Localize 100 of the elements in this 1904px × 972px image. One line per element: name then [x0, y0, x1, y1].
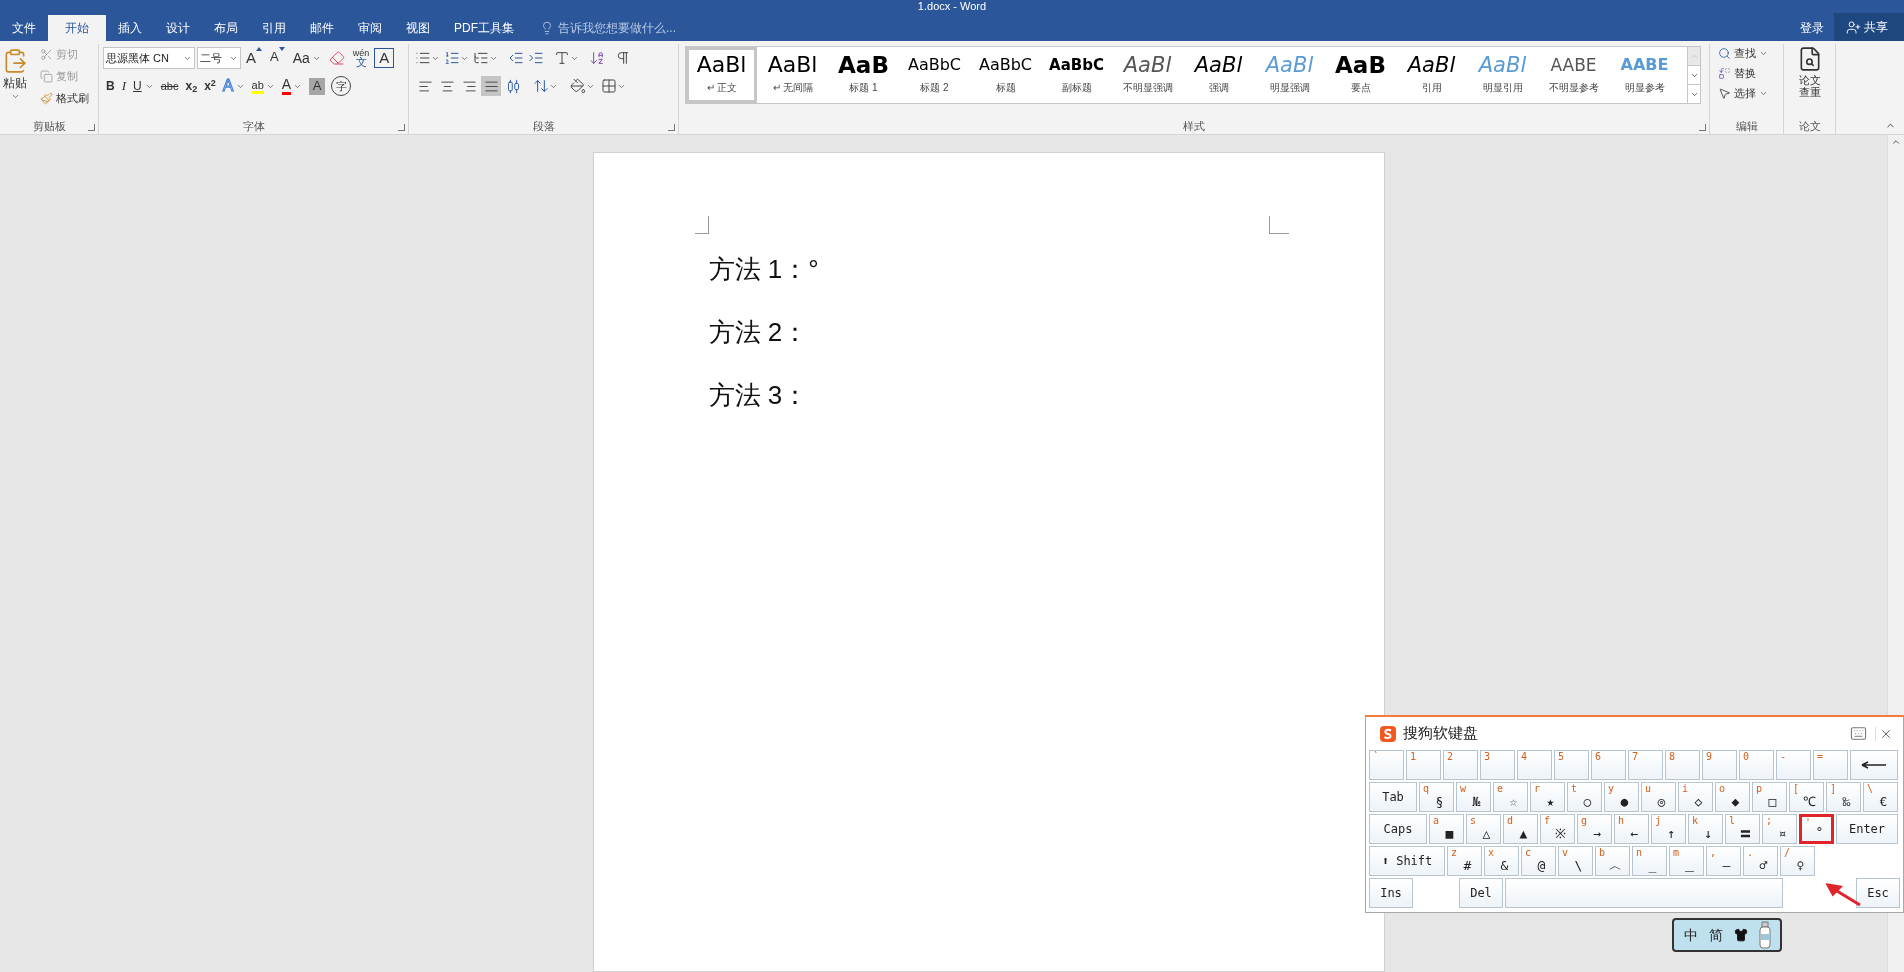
bold-button[interactable]: B: [103, 75, 118, 97]
italic-button[interactable]: I: [118, 75, 129, 97]
keyboard-key[interactable]: l 〓: [1725, 814, 1760, 844]
keyboard-key[interactable]: d ▲: [1503, 814, 1538, 844]
format-painter-button[interactable]: 格式刷: [40, 88, 89, 108]
keyboard-key[interactable]: p □: [1752, 782, 1787, 812]
grow-font-button[interactable]: A: [243, 47, 265, 69]
keyboard-key[interactable]: q §: [1419, 782, 1454, 812]
keyboard-key[interactable]: g →: [1577, 814, 1612, 844]
superscript-button[interactable]: x$^{2}$: [201, 75, 219, 97]
ribbon-tab[interactable]: 插入: [106, 15, 154, 41]
keyboard-key[interactable]: 5: [1554, 750, 1589, 780]
keyboard-key[interactable]: ' °: [1799, 814, 1834, 844]
ribbon-tab[interactable]: 引用: [250, 15, 298, 41]
style-gallery-item[interactable]: AaBl 不明显强调: [1112, 47, 1183, 103]
keyboard-key[interactable]: b ︿: [1595, 846, 1630, 876]
shading-button[interactable]: [570, 78, 595, 94]
dialog-launcher-icon[interactable]: [668, 124, 675, 131]
ribbon-tab[interactable]: 开始: [48, 15, 106, 41]
style-gallery-item[interactable]: AaBl ↵ 正文: [686, 47, 757, 103]
keyboard-key[interactable]: ⬆ Shift: [1369, 846, 1445, 876]
phonetic-guide-button[interactable]: wén 文: [349, 47, 373, 69]
keyboard-key[interactable]: w №: [1456, 782, 1491, 812]
keyboard-key[interactable]: h ←: [1614, 814, 1649, 844]
style-gallery-item[interactable]: AaBl 引用: [1396, 47, 1467, 103]
style-gallery-item[interactable]: AaBl 强调: [1183, 47, 1254, 103]
style-gallery-item[interactable]: AABE 不明显参考: [1538, 47, 1609, 103]
keyboard-key[interactable]: m ＿: [1669, 846, 1704, 876]
keyboard-key[interactable]: o ◆: [1715, 782, 1750, 812]
keyboard-key[interactable]: f ※: [1540, 814, 1575, 844]
strikethrough-button[interactable]: abc: [157, 75, 182, 97]
tell-me-field[interactable]: 告诉我您想要做什么...: [558, 19, 718, 37]
keyboard-key[interactable]: \ €: [1863, 782, 1898, 812]
underline-button[interactable]: U: [130, 75, 157, 97]
keyboard-key[interactable]: a ■: [1429, 814, 1464, 844]
character-shading-button[interactable]: A: [309, 77, 326, 95]
keyboard-key[interactable]: u ◎: [1641, 782, 1676, 812]
keyboard-key[interactable]: 9: [1702, 750, 1737, 780]
more-styles-button[interactable]: [1688, 84, 1700, 103]
backspace-key[interactable]: [1850, 750, 1898, 780]
ribbon-tab[interactable]: 审阅: [346, 15, 394, 41]
keyboard-key[interactable]: v \: [1558, 846, 1593, 876]
character-border-button[interactable]: A: [374, 48, 395, 68]
style-gallery-item[interactable]: AaB 标题 1: [828, 47, 899, 103]
keyboard-key[interactable]: z #: [1447, 846, 1482, 876]
keyboard-key[interactable]: -: [1776, 750, 1811, 780]
select-button[interactable]: 选择: [1718, 84, 1783, 103]
keyboard-key[interactable]: =: [1813, 750, 1848, 780]
sort-button[interactable]: [589, 50, 605, 66]
keyboard-key[interactable]: s △: [1466, 814, 1501, 844]
paste-button[interactable]: 粘贴: [0, 44, 30, 118]
keyboard-key[interactable]: c @: [1521, 846, 1556, 876]
multilevel-list-button[interactable]: [473, 50, 498, 66]
keyboard-key[interactable]: Ins: [1369, 878, 1413, 908]
ribbon-tab[interactable]: PDF工具集: [442, 15, 526, 41]
dialog-launcher-icon[interactable]: [398, 124, 405, 131]
keyboard-key[interactable]: t ○: [1567, 782, 1602, 812]
align-button[interactable]: [481, 76, 501, 96]
keyboard-key[interactable]: Caps: [1369, 814, 1427, 844]
keyboard-key[interactable]: n _: [1632, 846, 1667, 876]
keyboard-key[interactable]: 3: [1480, 750, 1515, 780]
highlight-button[interactable]: ab: [248, 75, 278, 97]
dialog-launcher-icon[interactable]: [88, 124, 95, 131]
find-button[interactable]: 查找: [1718, 44, 1783, 63]
ribbon-tab[interactable]: 视图: [394, 15, 442, 41]
keyboard-key[interactable]: 1: [1406, 750, 1441, 780]
line-spacing-button[interactable]: [533, 78, 558, 94]
share-button[interactable]: 共享: [1834, 13, 1904, 41]
font-size-dropdown[interactable]: 二号: [197, 47, 241, 69]
change-case-button[interactable]: Aa: [289, 47, 324, 69]
enclose-characters-button[interactable]: 字: [331, 76, 352, 96]
keyboard-key[interactable]: 6: [1591, 750, 1626, 780]
asian-layout-button[interactable]: [554, 50, 579, 66]
style-gallery-item[interactable]: AaBl 明显引用: [1467, 47, 1538, 103]
keyboard-key[interactable]: / ♀: [1780, 846, 1815, 876]
replace-button[interactable]: 替换: [1718, 64, 1783, 83]
style-gallery-item[interactable]: AaB 要点: [1325, 47, 1396, 103]
style-gallery-item[interactable]: AaBbC 标题 2: [899, 47, 970, 103]
increase-indent-button[interactable]: [528, 50, 544, 66]
keyboard-key[interactable]: [ ℃: [1789, 782, 1824, 812]
font-color-button[interactable]: A: [278, 75, 306, 97]
keyboard-key[interactable]: x &: [1484, 846, 1519, 876]
ribbon-tab[interactable]: 布局: [202, 15, 250, 41]
keyboard-key[interactable]: 8: [1665, 750, 1700, 780]
style-gallery-item[interactable]: AaBbC 副标题: [1041, 47, 1112, 103]
style-gallery-item[interactable]: AABE 明显参考: [1609, 47, 1680, 103]
dialog-launcher-icon[interactable]: [1699, 124, 1706, 131]
keyboard-key[interactable]: Del: [1459, 878, 1503, 908]
shrink-font-button[interactable]: A: [267, 47, 288, 69]
sign-in-link[interactable]: 登录: [1790, 15, 1834, 41]
style-gallery-item[interactable]: AaBbC 标题: [970, 47, 1041, 103]
keyboard-key[interactable]: ; ¤: [1762, 814, 1797, 844]
keyboard-key[interactable]: k ↓: [1688, 814, 1723, 844]
borders-button[interactable]: [601, 78, 626, 94]
bullets-button[interactable]: [415, 50, 440, 66]
decrease-indent-button[interactable]: [508, 50, 524, 66]
ime-script[interactable]: 简: [1708, 924, 1723, 946]
keyboard-key[interactable]: Tab: [1369, 782, 1417, 812]
show-marks-button[interactable]: [615, 50, 631, 66]
ribbon-tab[interactable]: 设计: [154, 15, 202, 41]
